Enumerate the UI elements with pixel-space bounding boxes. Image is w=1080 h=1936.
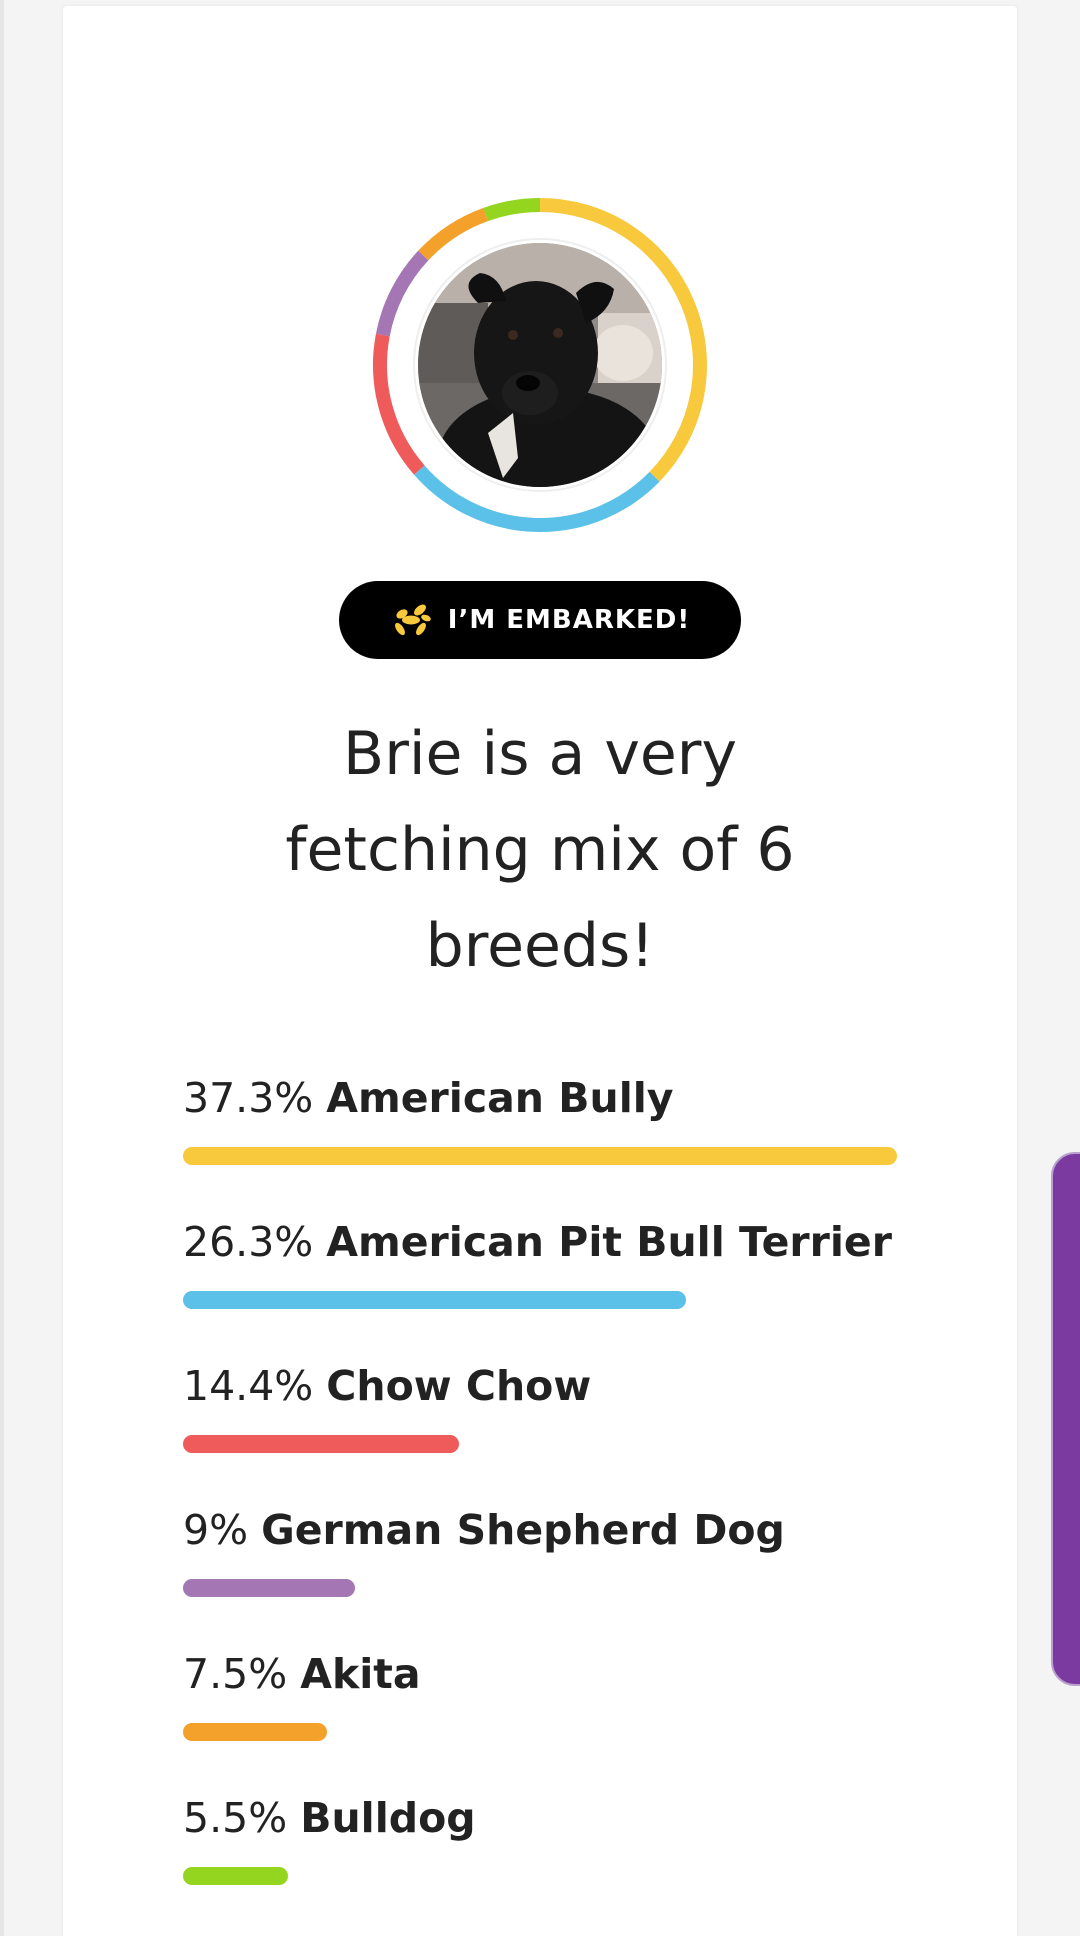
breed-percent: 5.5% [183, 1794, 288, 1842]
breed-ring-segment [375, 250, 429, 337]
breed-list: 37.3% American Bully 26.3% American Pit … [183, 1063, 903, 1927]
breed-bar-track [183, 1579, 897, 1597]
side-drawer-tab[interactable] [1051, 1152, 1080, 1686]
breed-label: 37.3% American Bully [183, 1063, 903, 1133]
breed-row[interactable]: 9% German Shepherd Dog [183, 1495, 903, 1639]
breed-row[interactable]: 5.5% Bulldog [183, 1783, 903, 1927]
dog-photo[interactable] [418, 243, 662, 487]
breed-bar-track [183, 1867, 897, 1885]
dog-photo-image [418, 243, 662, 487]
breed-percent: 37.3% [183, 1074, 314, 1122]
headline: Brie is a very fetching mix of 6 breeds! [200, 706, 880, 994]
breed-bar [183, 1867, 289, 1885]
headline-line: Brie is a very [343, 719, 737, 789]
breed-label: 26.3% American Pit Bull Terrier [183, 1207, 903, 1277]
breed-name: Bulldog [300, 1794, 476, 1842]
breed-label: 7.5% Akita [183, 1639, 903, 1709]
breed-ring-segment [418, 207, 489, 261]
headline-line: breeds! [425, 911, 655, 981]
breed-label: 9% German Shepherd Dog [183, 1495, 903, 1565]
breed-bar-track [183, 1291, 897, 1309]
breed-name: Chow Chow [326, 1362, 592, 1410]
breed-percent: 14.4% [183, 1362, 314, 1410]
breed-percent: 7.5% [183, 1650, 288, 1698]
breed-bar-track [183, 1435, 897, 1453]
breed-bar-track [183, 1723, 897, 1741]
breed-bar [183, 1579, 356, 1597]
page: I’M EMBARKED! Brie is a very fetching mi… [0, 0, 1080, 1936]
embarked-badge[interactable]: I’M EMBARKED! [339, 581, 741, 659]
badge-label: I’M EMBARKED! [447, 605, 691, 635]
breed-bar [183, 1291, 687, 1309]
headline-line: fetching mix of 6 [285, 815, 795, 885]
breed-name: Akita [300, 1650, 421, 1698]
breed-label: 14.4% Chow Chow [183, 1351, 903, 1421]
breed-name: American Bully [326, 1074, 674, 1122]
balloon-dog-icon [394, 604, 431, 636]
breed-name: German Shepherd Dog [261, 1506, 785, 1554]
breed-row[interactable]: 14.4% Chow Chow [183, 1351, 903, 1495]
breed-ring-segment [483, 198, 541, 222]
breed-bar [183, 1435, 459, 1453]
breed-bar [183, 1723, 327, 1741]
left-edge [0, 0, 4, 1936]
breed-row[interactable]: 37.3% American Bully [183, 1063, 903, 1207]
breed-label: 5.5% Bulldog [183, 1783, 903, 1853]
breed-percent: 26.3% [183, 1218, 314, 1266]
breed-percent: 9% [183, 1506, 249, 1554]
breed-bar [183, 1147, 897, 1165]
breed-row[interactable]: 7.5% Akita [183, 1639, 903, 1783]
breed-name: American Pit Bull Terrier [326, 1218, 892, 1266]
breed-bar-track [183, 1147, 897, 1165]
breed-row[interactable]: 26.3% American Pit Bull Terrier [183, 1207, 903, 1351]
